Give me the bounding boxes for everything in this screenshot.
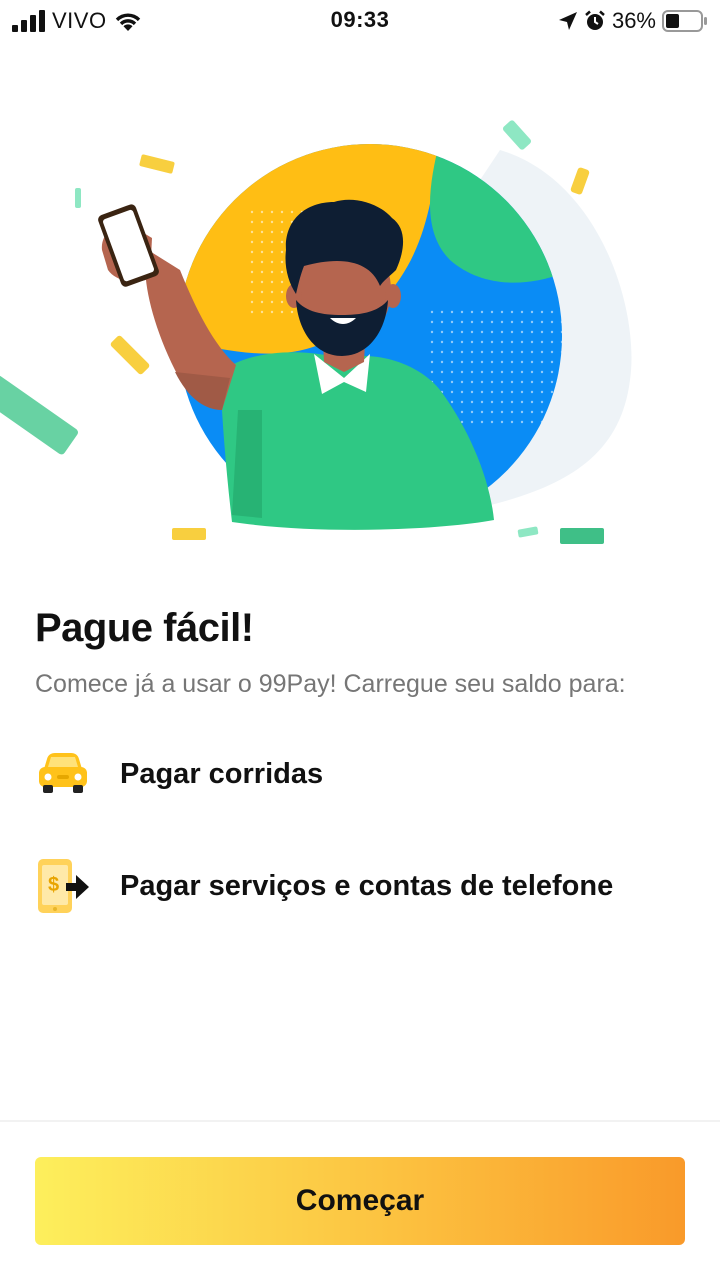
footer-divider [0,1120,720,1122]
feature-label-rides: Pagar corridas [120,757,324,790]
start-button-label: Começar [295,1184,425,1217]
page-subtitle: Comece já a usar o 99Pay! Carregue seu s… [35,670,626,698]
hero-illustration [0,120,632,544]
status-right: 36% [558,8,708,34]
svg-text:$: $ [48,874,59,896]
feature-item-rides: Pagar corridas [35,744,323,804]
battery-icon [662,10,707,32]
start-button[interactable]: Começar [35,1157,685,1245]
page-title: Pague fácil! [35,606,254,650]
location-arrow-icon [558,12,577,30]
status-bar: VIVO 09:33 36% [0,0,720,40]
car-icon [35,744,91,804]
feature-item-services: $ Pagar serviços e contas de telefone [35,856,613,916]
feature-label-services: Pagar serviços e contas de telefone [120,869,614,902]
alarm-icon [585,10,605,30]
battery-percent: 36% [611,8,656,33]
phone-payment-icon: $ [35,856,91,916]
